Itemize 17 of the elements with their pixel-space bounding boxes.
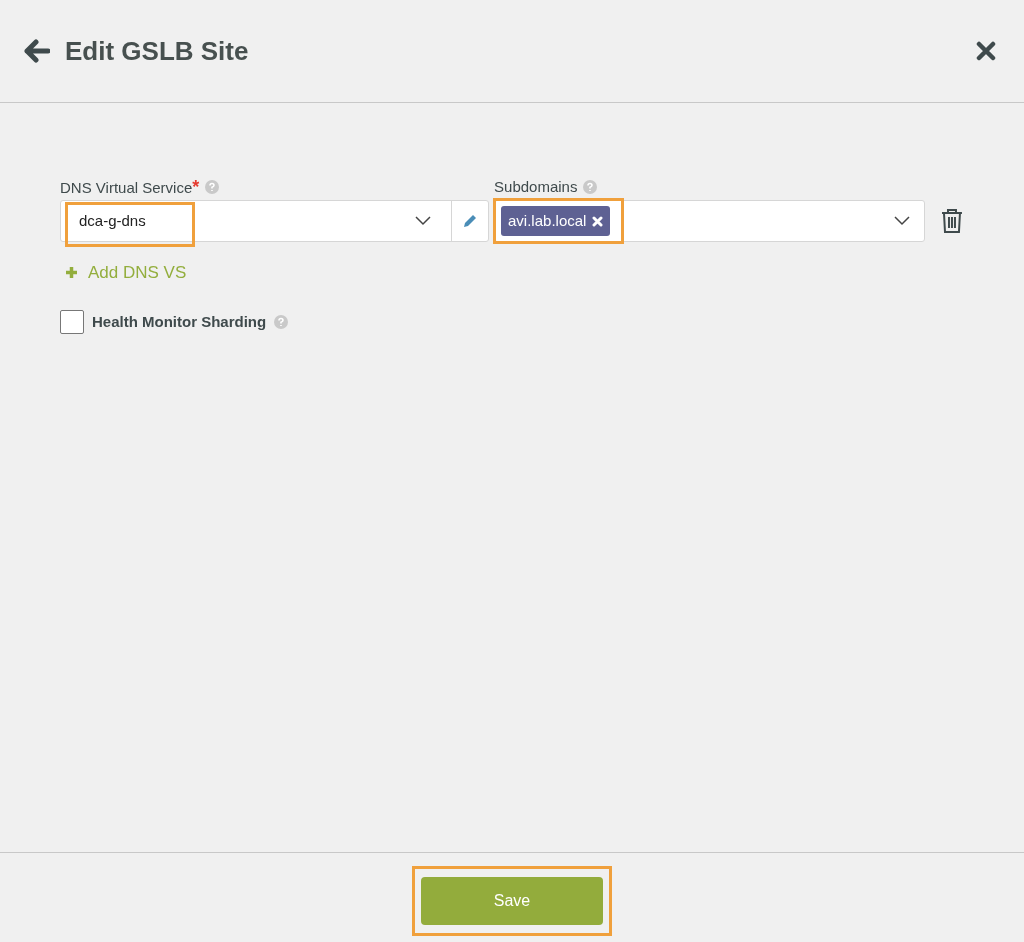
checkbox-label: Health Monitor Sharding xyxy=(92,312,267,332)
pencil-icon xyxy=(462,213,479,229)
subdomains-select[interactable]: avi.lab.local xyxy=(494,200,926,242)
required-mark: * xyxy=(192,176,200,197)
trash-icon[interactable] xyxy=(940,208,964,234)
remove-icon[interactable] xyxy=(592,215,604,227)
selected-value: dca-g-dns xyxy=(78,210,146,231)
subdomain-tag[interactable]: avi.lab.local xyxy=(501,206,611,236)
dialog-title: Edit GSLB Site xyxy=(65,34,249,68)
field-label: DNS Virtual Service xyxy=(60,178,193,196)
back-arrow-icon[interactable] xyxy=(24,39,50,63)
plus-icon xyxy=(65,266,78,280)
chevron-down-icon xyxy=(894,216,911,226)
close-icon[interactable] xyxy=(976,41,996,61)
field-label: Subdomains xyxy=(494,176,578,197)
chevron-down-icon xyxy=(415,216,432,226)
checkbox[interactable] xyxy=(60,310,84,335)
